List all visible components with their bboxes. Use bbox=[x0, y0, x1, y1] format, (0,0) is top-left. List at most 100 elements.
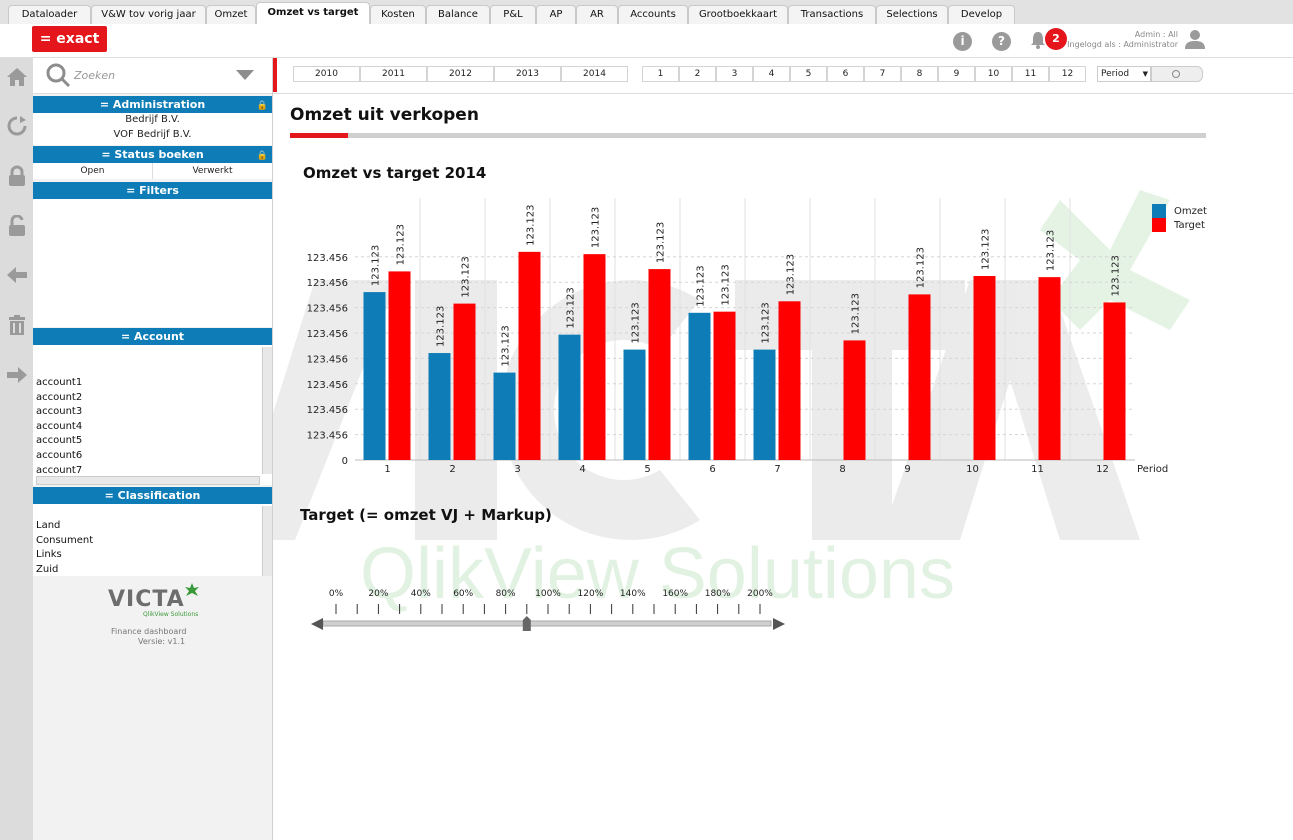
bar-omzet[interactable] bbox=[623, 349, 646, 460]
slider-scale-label: 140% bbox=[620, 589, 646, 599]
tab-dataloader[interactable]: Dataloader bbox=[8, 5, 91, 24]
help-icon[interactable]: ? bbox=[992, 32, 1011, 51]
forward-arrow-icon[interactable] bbox=[6, 364, 28, 386]
status-verwerkt-option[interactable]: Verwerkt bbox=[153, 163, 272, 179]
month-10-button[interactable]: 10 bbox=[975, 66, 1012, 82]
slider-right-arrow-icon[interactable] bbox=[773, 618, 785, 630]
tab-omzet-vs-target[interactable]: Omzet vs target bbox=[256, 2, 370, 24]
bar-target[interactable] bbox=[973, 276, 996, 460]
user-icon[interactable] bbox=[1184, 28, 1206, 50]
list-item[interactable]: Zuid bbox=[36, 564, 58, 575]
list-item[interactable]: Consument bbox=[36, 535, 93, 546]
x-tick-label: 6 bbox=[709, 464, 715, 475]
tab-accounts[interactable]: Accounts bbox=[618, 5, 688, 24]
month-8-button[interactable]: 8 bbox=[901, 66, 938, 82]
year-2010-button[interactable]: 2010 bbox=[293, 66, 360, 82]
status-open-option[interactable]: Open bbox=[33, 163, 153, 179]
administration-item[interactable]: VOF Bedrijf B.V. bbox=[33, 129, 272, 140]
month-7-button[interactable]: 7 bbox=[864, 66, 901, 82]
month-5-button[interactable]: 5 bbox=[790, 66, 827, 82]
month-4-button[interactable]: 4 bbox=[753, 66, 790, 82]
info-icon[interactable]: i bbox=[953, 32, 972, 51]
tab-grootboekkaart[interactable]: Grootboekkaart bbox=[688, 5, 788, 24]
month-11-button[interactable]: 11 bbox=[1012, 66, 1049, 82]
month-3-button[interactable]: 3 bbox=[716, 66, 753, 82]
search-icon bbox=[46, 63, 71, 88]
refresh-icon[interactable] bbox=[6, 115, 28, 137]
list-item[interactable]: account1 bbox=[36, 377, 82, 388]
slider-track[interactable] bbox=[322, 620, 772, 627]
notification-badge[interactable]: 2 bbox=[1045, 28, 1067, 50]
tab-omzet[interactable]: Omzet bbox=[206, 5, 256, 24]
data-label: 123.123 bbox=[591, 207, 602, 248]
list-item[interactable]: account6 bbox=[36, 450, 82, 461]
tab-transactions[interactable]: Transactions bbox=[788, 5, 876, 24]
bar-omzet[interactable] bbox=[688, 312, 711, 460]
tab-ap[interactable]: AP bbox=[536, 5, 576, 24]
bar-target[interactable] bbox=[908, 294, 931, 460]
bar-target[interactable] bbox=[778, 301, 801, 460]
target-markup-slider[interactable]: 0% 20% 40% 60% 80% 100% 120% 140% 160% 180% 200% bbox=[305, 580, 795, 640]
x-tick-label: 9 bbox=[904, 464, 910, 475]
month-12-button[interactable]: 12 bbox=[1049, 66, 1086, 82]
period-select[interactable]: Period ▼ bbox=[1097, 66, 1151, 82]
list-item[interactable]: Land bbox=[36, 520, 60, 531]
tab-v-w-tov-vorig-jaar[interactable]: V&W tov vorig jaar bbox=[91, 5, 206, 24]
list-item[interactable]: account5 bbox=[36, 435, 82, 446]
bar-omzet[interactable] bbox=[493, 372, 516, 460]
unlock-icon[interactable] bbox=[6, 215, 28, 237]
list-item[interactable]: account4 bbox=[36, 421, 82, 432]
back-arrow-icon[interactable] bbox=[6, 264, 28, 286]
y-tick-label: 123.456 bbox=[307, 278, 348, 289]
bar-omzet[interactable] bbox=[428, 353, 451, 460]
month-6-button[interactable]: 6 bbox=[827, 66, 864, 82]
legend-swatch bbox=[1152, 204, 1166, 218]
bar-omzet[interactable] bbox=[558, 334, 581, 460]
month-2-button[interactable]: 2 bbox=[679, 66, 716, 82]
list-item[interactable]: account3 bbox=[36, 406, 82, 417]
account-scrollbar[interactable] bbox=[262, 347, 272, 474]
chevron-down-icon[interactable] bbox=[236, 70, 254, 80]
bar-target[interactable] bbox=[713, 311, 736, 460]
classification-scrollbar[interactable] bbox=[262, 506, 272, 576]
list-item[interactable]: account7 bbox=[36, 465, 82, 476]
title-underline-accent bbox=[290, 133, 348, 138]
user-role-text: Admin : All bbox=[1134, 30, 1178, 39]
bar-target[interactable] bbox=[453, 303, 476, 460]
slider-left-arrow-icon[interactable] bbox=[311, 618, 323, 630]
year-2013-button[interactable]: 2013 bbox=[494, 66, 561, 82]
bar-target[interactable] bbox=[518, 251, 541, 460]
account-horizontal-scrollbar[interactable] bbox=[36, 476, 260, 485]
bar-target[interactable] bbox=[648, 269, 671, 460]
list-item[interactable]: Links bbox=[36, 549, 62, 560]
period-toggle[interactable] bbox=[1151, 66, 1203, 82]
bar-target[interactable] bbox=[583, 254, 606, 460]
bar-target[interactable] bbox=[388, 271, 411, 460]
tab-develop[interactable]: Develop bbox=[948, 5, 1015, 24]
search-input[interactable]: Zoeken bbox=[74, 69, 115, 82]
bar-target[interactable] bbox=[1038, 277, 1061, 460]
trash-icon[interactable] bbox=[6, 314, 28, 336]
bar-target[interactable] bbox=[1103, 302, 1126, 460]
x-tick-label: 2 bbox=[449, 464, 455, 475]
lock-icon[interactable] bbox=[6, 165, 28, 187]
year-2011-button[interactable]: 2011 bbox=[360, 66, 427, 82]
bar-target[interactable] bbox=[843, 340, 866, 460]
month-1-button[interactable]: 1 bbox=[642, 66, 679, 82]
slider-scale-label: 40% bbox=[411, 589, 431, 599]
tab-ar[interactable]: AR bbox=[576, 5, 618, 24]
administration-item[interactable]: Bedrijf B.V. bbox=[33, 114, 272, 125]
tab-balance[interactable]: Balance bbox=[426, 5, 490, 24]
filters-header: = Filters bbox=[33, 182, 272, 199]
bar-omzet[interactable] bbox=[363, 292, 386, 460]
year-2012-button[interactable]: 2012 bbox=[427, 66, 494, 82]
month-9-button[interactable]: 9 bbox=[938, 66, 975, 82]
home-icon[interactable] bbox=[6, 66, 28, 88]
slider-handle[interactable] bbox=[522, 616, 531, 631]
year-2014-button[interactable]: 2014 bbox=[561, 66, 628, 82]
tab-kosten[interactable]: Kosten bbox=[370, 5, 426, 24]
tab-selections[interactable]: Selections bbox=[876, 5, 948, 24]
list-item[interactable]: account2 bbox=[36, 392, 82, 403]
bar-omzet[interactable] bbox=[753, 349, 776, 460]
tab-p-l[interactable]: P&L bbox=[490, 5, 536, 24]
